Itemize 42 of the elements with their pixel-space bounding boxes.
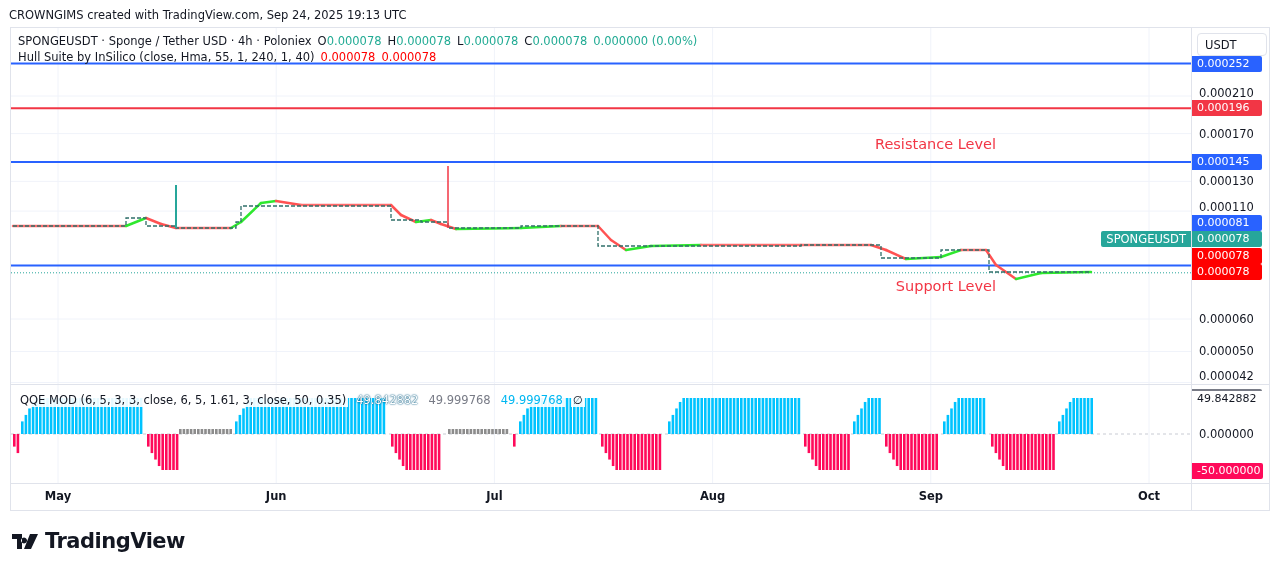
time-axis-label: Jul [486,489,503,503]
attribution-text: CROWNGIMS created with TradingView.com, Sep 24, 2025 19:13 UTC [9,7,407,22]
indicator-symbol: ∅ [570,393,585,407]
time-axis-label: May [44,489,72,503]
level-label: Support Level [895,277,996,294]
axis-label: 0.000170 [1199,126,1254,141]
time-axis-label: Jun [265,489,287,503]
symbol-title: SPONGEUSDT · Sponge / Tether USD · 4h · Poloniex [18,34,312,48]
value-tag: -50.000000 [1192,463,1264,479]
time-axis-label: Aug [699,489,726,503]
indicator-value: 49.999768 [426,393,493,407]
axis-label: 0.000000 [1199,427,1254,441]
currency-button[interactable]: USDT [1197,33,1267,56]
indicator-value: 0.000078 [320,50,376,64]
time-axis-label: Sep [918,489,943,503]
last-price-tag: 0.000078 [1192,231,1262,248]
indicator-title: QQE MOD (6, 5, 3, 3, close, 6, 5, 1.61, 3, close, 50, 0.35) [18,393,349,407]
indicator-title: Hull Suite by InSilico (close, Hma, 55, 1, 240, 1, 40) [18,50,315,64]
ohlc-value: O0.000078 [317,34,382,48]
ohlc-value: L0.000078 [457,34,519,48]
axis-label: 0.000210 [1199,85,1254,100]
level-label: Resistance Level [874,135,996,152]
axis-label: 0.000130 [1199,174,1254,189]
axis-label: 0.000050 [1199,344,1254,359]
level-price-tag: 0.000081 [1192,214,1262,231]
ohlc-value: C0.000078 [524,34,588,48]
logo-icon [12,533,38,549]
axis-label: 0.000060 [1199,312,1254,326]
ohlc-value: H0.000078 [387,34,452,48]
indicator-price-tag: 0.000078 [1192,264,1262,281]
level-price-tag: 0.000196 [1192,100,1262,117]
time-axis-label: Oct [1137,489,1161,503]
price-change: 0.000000 (0.00%) [593,34,698,48]
level-price-tag: 0.000145 [1192,153,1262,170]
axis-label: 0.000042 [1199,369,1254,383]
indicator-value: 0.000078 [381,50,437,64]
indicator-value: 49.999768 [498,393,565,407]
symbol-tag: SPONGEUSDT [1101,231,1191,248]
indicator-price-tag: 0.000078 [1192,247,1262,264]
indicator-value: 49.842882 [355,393,420,407]
brand-name: TradingView [45,529,185,553]
axis-label: 0.000110 [1199,200,1254,215]
